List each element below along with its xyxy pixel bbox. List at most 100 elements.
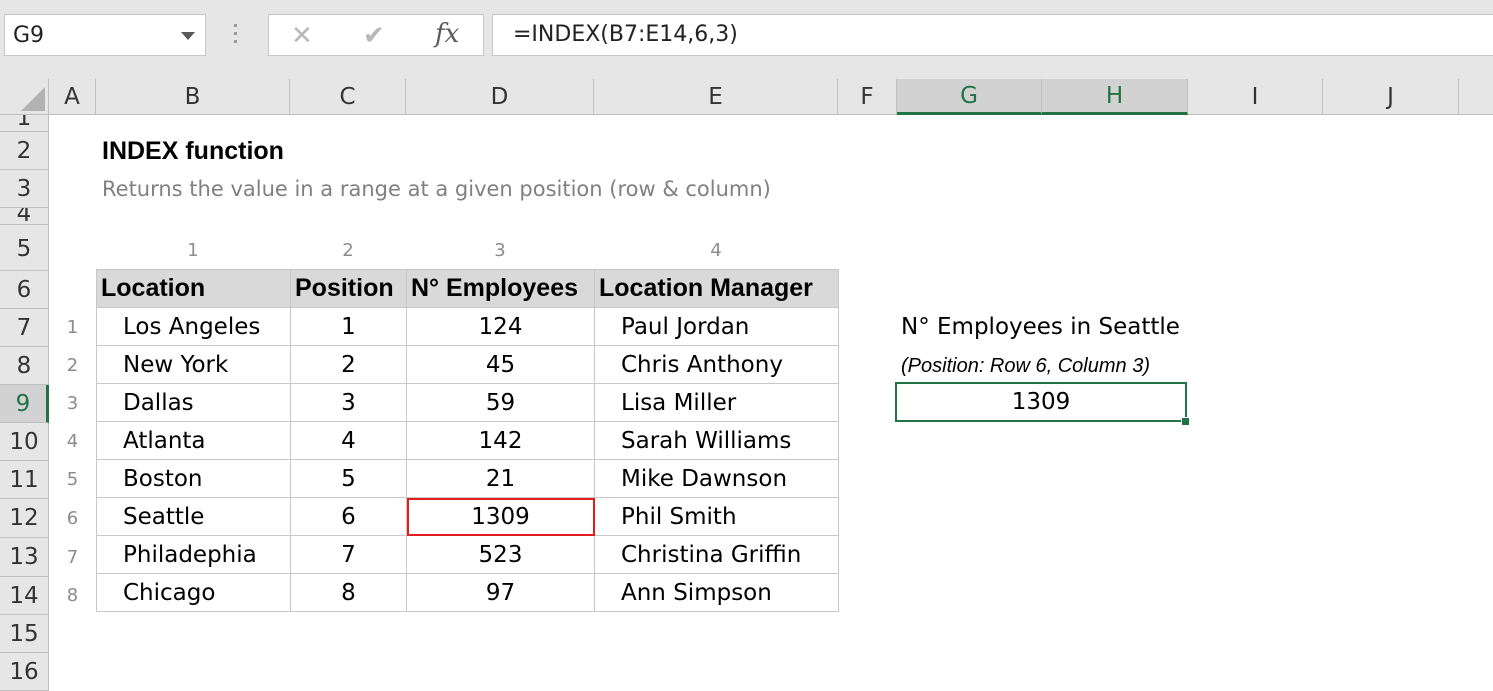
- cell-manager[interactable]: Christina Griffin: [594, 535, 839, 574]
- header-position[interactable]: Position: [290, 269, 407, 308]
- row-header-15[interactable]: 15: [0, 615, 49, 653]
- cell-position[interactable]: 8: [290, 573, 407, 612]
- column-header-b[interactable]: B: [96, 79, 290, 115]
- header-employees[interactable]: N° Employees: [406, 269, 595, 308]
- sheet-title[interactable]: INDEX function: [102, 137, 284, 166]
- cell-position[interactable]: 2: [290, 345, 407, 384]
- cell-location[interactable]: Philadephia: [96, 535, 291, 574]
- column-header-partial[interactable]: [1459, 79, 1493, 115]
- result-label[interactable]: N° Employees in Seattle: [901, 314, 1180, 340]
- column-header-g[interactable]: G: [897, 79, 1042, 115]
- table-row: Dallas 3 59 Lisa Miller: [96, 383, 839, 422]
- cell-employees[interactable]: 45: [406, 345, 595, 384]
- formula-input[interactable]: =INDEX(B7:E14,6,3): [492, 14, 1493, 56]
- cell-employees[interactable]: 97: [406, 573, 595, 612]
- cell-location[interactable]: Atlanta: [96, 421, 291, 460]
- row-header-2[interactable]: 2: [0, 132, 49, 170]
- fill-handle[interactable]: [1181, 417, 1190, 426]
- cell-position[interactable]: 4: [290, 421, 407, 460]
- column-index-1: 1: [187, 240, 199, 261]
- cell-employees[interactable]: 124: [406, 307, 595, 346]
- cell-manager[interactable]: Chris Anthony: [594, 345, 839, 384]
- row-header-16[interactable]: 16: [0, 653, 49, 691]
- cell-position[interactable]: 3: [290, 383, 407, 422]
- result-cell-selected[interactable]: 1309: [895, 382, 1187, 422]
- table-row: Boston 5 21 Mike Dawnson: [96, 459, 839, 498]
- row-header-12[interactable]: 12: [0, 499, 49, 538]
- cell-location[interactable]: New York: [96, 345, 291, 384]
- chevron-down-icon[interactable]: [181, 32, 195, 40]
- row-header-6[interactable]: 6: [0, 271, 49, 309]
- formula-buttons: ✕ ✔ fx: [268, 14, 484, 56]
- cell-manager[interactable]: Phil Smith: [594, 497, 839, 536]
- cell-position[interactable]: 6: [290, 497, 407, 536]
- cell-location[interactable]: Boston: [96, 459, 291, 498]
- cell-position[interactable]: 5: [290, 459, 407, 498]
- table-row: Los Angeles 1 124 Paul Jordan: [96, 307, 839, 346]
- cell-employees[interactable]: 523: [406, 535, 595, 574]
- column-header-f[interactable]: F: [838, 79, 897, 115]
- table-row: Chicago 8 97 Ann Simpson: [96, 573, 839, 612]
- drag-handle-icon[interactable]: [234, 24, 238, 48]
- row-header-7[interactable]: 7: [0, 309, 49, 347]
- data-table: Location Position N° Employees Location …: [96, 269, 839, 612]
- cell-location[interactable]: Los Angeles: [96, 307, 291, 346]
- column-header-j[interactable]: J: [1323, 79, 1459, 115]
- row-header-5[interactable]: 5: [0, 225, 49, 271]
- cell-position[interactable]: 7: [290, 535, 407, 574]
- row-header-8[interactable]: 8: [0, 347, 49, 385]
- cell-location[interactable]: Dallas: [96, 383, 291, 422]
- column-header-a[interactable]: A: [49, 79, 96, 115]
- cell-location[interactable]: Chicago: [96, 573, 291, 612]
- header-location[interactable]: Location: [96, 269, 291, 308]
- table-row: New York 2 45 Chris Anthony: [96, 345, 839, 384]
- cell-manager[interactable]: Mike Dawnson: [594, 459, 839, 498]
- column-header-d[interactable]: D: [406, 79, 594, 115]
- enter-check-icon[interactable]: ✔: [363, 21, 385, 51]
- table-row: Philadephia 7 523 Christina Griffin: [96, 535, 839, 574]
- row-index-5: 5: [66, 469, 79, 490]
- formula-text: =INDEX(B7:E14,6,3): [513, 22, 738, 47]
- select-all-triangle-icon: [21, 87, 45, 111]
- formula-bar-area: G9 ✕ ✔ fx =INDEX(B7:E14,6,3): [0, 0, 1493, 79]
- sheet-subtitle[interactable]: Returns the value in a range at a given …: [102, 177, 771, 201]
- row-header-11[interactable]: 11: [0, 461, 49, 499]
- select-all-corner[interactable]: [0, 79, 49, 115]
- row-index-7: 7: [66, 547, 79, 568]
- cell-employees-highlighted[interactable]: 1309: [406, 497, 595, 536]
- cell-manager[interactable]: Ann Simpson: [594, 573, 839, 612]
- row-header-9[interactable]: 9: [0, 385, 49, 423]
- cell-position[interactable]: 1: [290, 307, 407, 346]
- row-header-10[interactable]: 10: [0, 423, 49, 461]
- header-manager[interactable]: Location Manager: [594, 269, 839, 308]
- cell-location[interactable]: Seattle: [96, 497, 291, 536]
- column-header-h[interactable]: H: [1042, 79, 1188, 115]
- table-header-row: Location Position N° Employees Location …: [96, 269, 839, 308]
- row-header-3[interactable]: 3: [0, 170, 49, 208]
- row-header-1[interactable]: 1: [0, 115, 49, 132]
- row-index-8: 8: [66, 585, 79, 606]
- row-index-2: 2: [66, 355, 79, 376]
- row-index-1: 1: [66, 317, 79, 338]
- cancel-icon[interactable]: ✕: [291, 21, 313, 51]
- result-note[interactable]: (Position: Row 6, Column 3): [901, 355, 1150, 378]
- column-header-i[interactable]: I: [1188, 79, 1323, 115]
- column-index-3: 3: [494, 240, 506, 261]
- row-header-4[interactable]: 4: [0, 208, 49, 225]
- table-row: Seattle 6 1309 Phil Smith: [96, 497, 839, 536]
- name-box[interactable]: G9: [4, 14, 206, 56]
- cell-manager[interactable]: Lisa Miller: [594, 383, 839, 422]
- row-index-4: 4: [66, 431, 79, 452]
- column-header-c[interactable]: C: [290, 79, 406, 115]
- column-index-2: 2: [342, 240, 354, 261]
- cell-employees[interactable]: 142: [406, 421, 595, 460]
- cell-employees[interactable]: 59: [406, 383, 595, 422]
- table-row: Atlanta 4 142 Sarah Williams: [96, 421, 839, 460]
- row-header-14[interactable]: 14: [0, 577, 49, 615]
- cell-manager[interactable]: Sarah Williams: [594, 421, 839, 460]
- insert-function-fx-icon[interactable]: fx: [435, 19, 459, 49]
- column-header-e[interactable]: E: [594, 79, 838, 115]
- cell-manager[interactable]: Paul Jordan: [594, 307, 839, 346]
- cell-employees[interactable]: 21: [406, 459, 595, 498]
- row-header-13[interactable]: 13: [0, 538, 49, 577]
